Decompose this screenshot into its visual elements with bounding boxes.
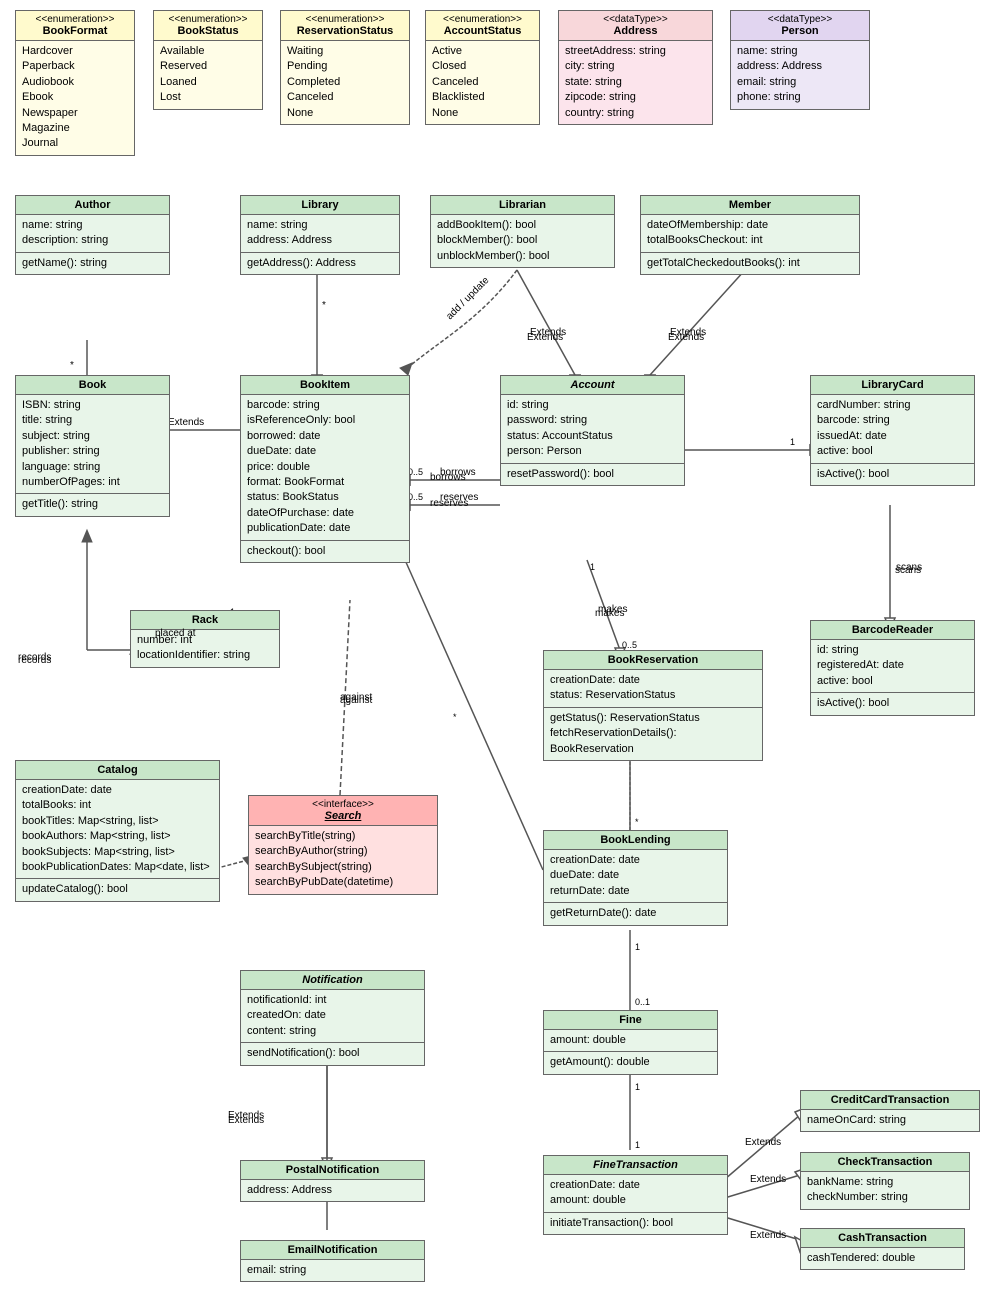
Person-box: <<dataType>> Person name: string address… [730, 10, 870, 110]
CashTransaction-box: CashTransaction cashTendered: double [800, 1228, 965, 1270]
Notification-box: Notification notificationId: int created… [240, 970, 425, 1066]
LibraryCard-box: LibraryCard cardNumber: string barcode: … [810, 375, 975, 486]
BookStatus-title: BookStatus [160, 25, 256, 37]
svg-text:0..1: 0..1 [635, 997, 650, 1007]
svg-text:0..5: 0..5 [622, 640, 637, 650]
EmailNotification-box: EmailNotification email: string [240, 1240, 425, 1282]
BookFormat-stereotype: <<enumeration>> [22, 14, 128, 25]
placed-at-label: placed at [155, 628, 196, 639]
svg-text:1: 1 [590, 562, 595, 572]
Catalog-box: Catalog creationDate: date totalBooks: i… [15, 760, 220, 902]
FineTransaction-box: FineTransaction creationDate: date amoun… [543, 1155, 728, 1235]
Address-box: <<dataType>> Address streetAddress: stri… [558, 10, 713, 125]
CheckTransaction-box: CheckTransaction bankName: string checkN… [800, 1152, 970, 1210]
records-label: records [18, 655, 51, 666]
svg-text:Extends: Extends [168, 417, 204, 428]
BookItem-box: BookItem barcode: string isReferenceOnly… [240, 375, 410, 563]
BarcodeReader-box: BarcodeReader id: string registeredAt: d… [810, 620, 975, 716]
svg-text:Extends: Extends [750, 1230, 786, 1241]
Account-box: Account id: string password: string stat… [500, 375, 685, 486]
Librarian-box: Librarian addBookItem(): bool blockMembe… [430, 195, 615, 268]
svg-text:1: 1 [635, 942, 640, 952]
ReservationStatus-box: <<enumeration>> ReservationStatus Waitin… [280, 10, 410, 125]
Author-box: Author name: string description: string … [15, 195, 170, 275]
svg-text:*: * [322, 300, 326, 311]
against-label: against [340, 695, 372, 706]
borrows-label: borrows [430, 472, 466, 483]
extends-notification-label: Extends [228, 1115, 264, 1126]
BookFormat-title: BookFormat [22, 25, 128, 37]
scans-label: scans [895, 565, 921, 576]
Member-box: Member dateOfMembership: date totalBooks… [640, 195, 860, 275]
Library-box: Library name: string address: Address ge… [240, 195, 400, 275]
svg-text:Extends: Extends [745, 1137, 781, 1148]
svg-text:add / update: add / update [444, 275, 491, 322]
Fine-box: Fine amount: double getAmount(): double [543, 1010, 718, 1075]
makes-label: makes [595, 608, 624, 619]
Rack-box: Rack number: int locationIdentifier: str… [130, 610, 280, 668]
PostalNotification-box: PostalNotification address: Address [240, 1160, 425, 1202]
svg-text:1: 1 [635, 1082, 640, 1092]
extends-librarian-label: Extends [527, 332, 563, 343]
svg-text:*: * [453, 712, 457, 722]
svg-text:1: 1 [790, 437, 795, 447]
svg-text:*: * [70, 360, 74, 371]
AccountStatus-box: <<enumeration>> AccountStatus Active Clo… [425, 10, 540, 125]
uml-diagram: * * Extends records placed at 1 * * 1 ad… [0, 0, 993, 1294]
svg-text:0..5: 0..5 [408, 492, 423, 502]
Book-box: Book ISBN: string title: string subject:… [15, 375, 170, 517]
BookStatus-box: <<enumeration>> BookStatus Available Res… [153, 10, 263, 110]
svg-text:*: * [635, 817, 639, 827]
svg-text:1: 1 [635, 1140, 640, 1150]
CreditCardTransaction-box: CreditCardTransaction nameOnCard: string [800, 1090, 980, 1132]
BookStatus-header: <<enumeration>> BookStatus [154, 11, 262, 41]
reserves-label: reserves [430, 498, 468, 509]
BookFormat-values: Hardcover Paperback Audiobook Ebook News… [16, 41, 134, 155]
BookLending-box: BookLending creationDate: date dueDate: … [543, 830, 728, 926]
svg-text:0..5: 0..5 [408, 467, 423, 477]
extends-member-label: Extends [668, 332, 704, 343]
svg-text:Extends: Extends [750, 1174, 786, 1185]
BookFormat-header: <<enumeration>> BookFormat [16, 11, 134, 41]
BookReservation-box: BookReservation creationDate: date statu… [543, 650, 763, 761]
Search-box: <<interface>> Search searchByTitle(strin… [248, 795, 438, 895]
BookFormat-box: <<enumeration>> BookFormat Hardcover Pap… [15, 10, 135, 156]
